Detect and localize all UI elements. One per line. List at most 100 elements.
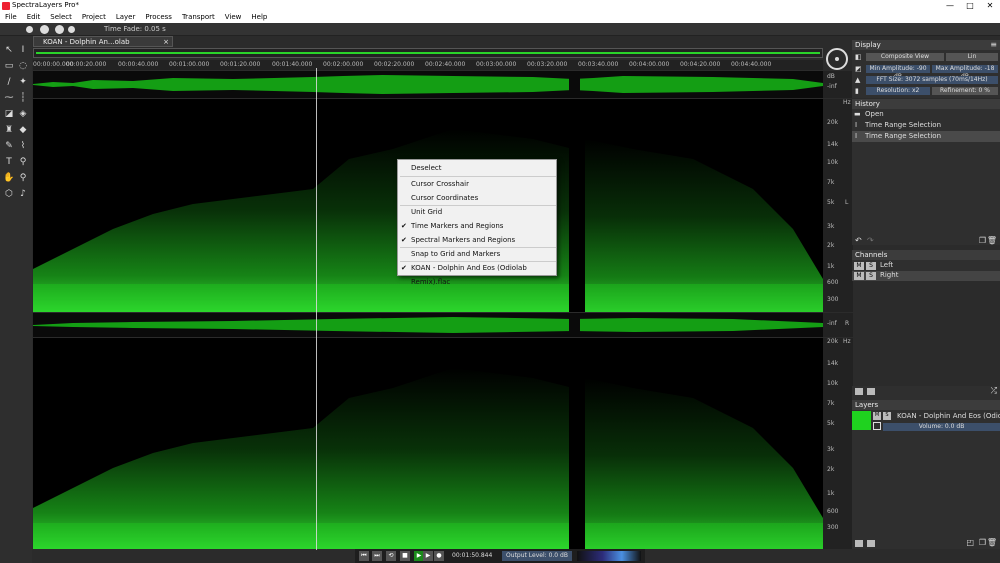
menu-item-unit-grid[interactable]: Unit Grid bbox=[398, 205, 558, 219]
close-button[interactable]: ✕ bbox=[980, 0, 1000, 12]
solo-button[interactable]: S bbox=[866, 262, 876, 270]
spectrogram-right[interactable] bbox=[33, 338, 823, 549]
min-amplitude-slider[interactable]: Min Amplitude: -90 dB bbox=[866, 65, 930, 80]
menu-item-time-markers[interactable]: ✔ Time Markers and Regions bbox=[398, 219, 558, 233]
time-selection-tool-icon[interactable]: I bbox=[17, 44, 29, 56]
fft-size-slider[interactable]: FFT Size: 3072 samples (70ms/14Hz) bbox=[866, 76, 998, 84]
layer-volume-slider[interactable]: Volume: 0.0 dB bbox=[883, 423, 1000, 431]
layer-link-icon[interactable] bbox=[873, 422, 881, 430]
undo-icon[interactable]: ↶ bbox=[855, 236, 862, 245]
loop-button[interactable]: ⟲ bbox=[386, 551, 396, 561]
layer-solo-all-icon[interactable] bbox=[867, 388, 875, 395]
fft-icon: ▲ bbox=[855, 76, 861, 84]
fill-icon[interactable]: ◆ bbox=[17, 124, 29, 136]
waveform-right-graphic bbox=[33, 313, 823, 337]
hand-tool-icon[interactable]: ✋ bbox=[3, 172, 15, 184]
text-tool-icon[interactable]: T bbox=[3, 156, 15, 168]
zoom-tool-icon[interactable]: ⚲ bbox=[17, 172, 29, 184]
panel-menu-icon[interactable]: ≡ bbox=[990, 40, 997, 49]
pencil-icon[interactable]: ✎ bbox=[3, 140, 15, 152]
range-tool-icon[interactable]: ┆ bbox=[17, 92, 29, 104]
brush-size-medium-button[interactable] bbox=[40, 25, 49, 34]
delete-layer-icon[interactable]: 🗑 bbox=[987, 538, 997, 547]
freq-label: 600 bbox=[827, 508, 839, 515]
dropper-icon[interactable]: ⌇ bbox=[17, 140, 29, 152]
layer-solo-button[interactable]: S bbox=[883, 412, 891, 420]
minimize-button[interactable]: — bbox=[940, 0, 960, 12]
time-ruler[interactable]: 00:00:00.000 00:00:20.000 00:00:40.000 0… bbox=[33, 60, 823, 70]
3d-view-icon[interactable]: ⬡ bbox=[3, 188, 15, 200]
time-fade-field[interactable]: Time Fade: 0.05 s bbox=[104, 25, 166, 33]
rectangle-select-icon[interactable]: ▭ bbox=[3, 60, 15, 72]
shuffle-icon[interactable]: ⤮ bbox=[991, 386, 997, 396]
menu-item-snap[interactable]: Snap to Grid and Markers bbox=[398, 247, 558, 261]
close-tab-icon[interactable]: × bbox=[163, 37, 169, 47]
menu-transport[interactable]: Transport bbox=[177, 12, 220, 23]
menu-layer[interactable]: Layer bbox=[111, 12, 141, 23]
brush-size-small-button[interactable] bbox=[26, 26, 33, 33]
layer-thumbnail[interactable] bbox=[852, 411, 871, 430]
forward-button[interactable]: ⏭ bbox=[372, 551, 382, 561]
menu-project[interactable]: Project bbox=[77, 12, 111, 23]
menu-process[interactable]: Process bbox=[140, 12, 177, 23]
eyedropper-icon[interactable]: ⚲ bbox=[17, 156, 29, 168]
menu-item-deselect[interactable]: Deselect bbox=[398, 161, 558, 175]
menu-item-spectral-markers[interactable]: ✔ Spectral Markers and Regions bbox=[398, 233, 558, 247]
solo-button[interactable]: S bbox=[866, 272, 876, 280]
brush-shape-button[interactable] bbox=[68, 26, 75, 33]
history-item-selected[interactable]: I Time Range Selection bbox=[852, 131, 1000, 142]
waveform-left[interactable] bbox=[33, 71, 823, 98]
output-level-slider[interactable]: Output Level: 0.0 dB bbox=[502, 551, 572, 561]
record-button[interactable]: ● bbox=[434, 551, 444, 561]
menu-help[interactable]: Help bbox=[246, 12, 272, 23]
overview-scrollbar[interactable] bbox=[33, 48, 823, 58]
history-item[interactable]: I Time Range Selection bbox=[852, 120, 1000, 131]
menu-edit[interactable]: Edit bbox=[22, 12, 46, 23]
mute-button[interactable]: M bbox=[854, 272, 864, 280]
snapshot-icon[interactable]: ❐ bbox=[979, 236, 986, 245]
eraser-icon[interactable]: ◪ bbox=[3, 108, 15, 120]
navigator-icon[interactable] bbox=[826, 48, 848, 70]
menu-item-cursor-coordinates[interactable]: Cursor Coordinates bbox=[398, 191, 558, 205]
mute-button[interactable]: M bbox=[854, 262, 864, 270]
clone-stamp-icon[interactable]: ♜ bbox=[3, 124, 15, 136]
brush-size-large-button[interactable] bbox=[55, 25, 64, 34]
speaker-icon[interactable]: ♪ bbox=[17, 188, 29, 200]
waveform-right[interactable] bbox=[33, 313, 823, 337]
rewind-button[interactable]: ⏮ bbox=[359, 551, 369, 561]
stop-button[interactable]: ■ bbox=[400, 551, 410, 561]
resolution-icon: ▮ bbox=[855, 87, 859, 95]
history-item[interactable]: ▬ Open bbox=[852, 109, 1000, 120]
move-tool-icon[interactable]: ↖ bbox=[3, 44, 15, 56]
lasso-select-icon[interactable]: ◌ bbox=[17, 60, 29, 72]
new-layer-icon[interactable]: ◰ bbox=[966, 538, 974, 547]
menu-view[interactable]: View bbox=[220, 12, 247, 23]
composite-view-select[interactable]: Composite View bbox=[866, 53, 944, 61]
magic-wand-icon[interactable]: ✦ bbox=[17, 76, 29, 88]
brush-select-icon[interactable]: ∕ bbox=[3, 76, 15, 88]
scale-select[interactable]: Lin bbox=[946, 53, 998, 61]
channel-row-right[interactable]: M S Right bbox=[852, 271, 1000, 281]
heal-icon[interactable]: ◈ bbox=[17, 108, 29, 120]
overview-range[interactable] bbox=[36, 52, 820, 54]
max-amplitude-slider[interactable]: Max Amplitude: -18 dB bbox=[932, 65, 998, 80]
duplicate-layer-icon[interactable]: ❐ bbox=[979, 538, 986, 547]
delete-history-icon[interactable]: 🗑 bbox=[987, 236, 997, 245]
layer-mute-icon[interactable] bbox=[855, 540, 863, 547]
play-selection-button[interactable]: ▶ bbox=[423, 551, 433, 561]
layer-solo-icon[interactable] bbox=[867, 540, 875, 547]
menu-file[interactable]: File bbox=[0, 12, 22, 23]
menu-item-layer[interactable]: ✔ KOAN - Dolphin And Eos (Odiolab Remix).… bbox=[398, 261, 558, 286]
resolution-slider[interactable]: Resolution: x2 bbox=[866, 87, 930, 95]
layer-mute-all-icon[interactable] bbox=[855, 388, 863, 395]
menu-item-cursor-crosshair[interactable]: Cursor Crosshair bbox=[398, 177, 558, 191]
smart-tool-icon[interactable]: ⁓ bbox=[3, 92, 15, 104]
channel-row-left[interactable]: M S Left bbox=[852, 261, 1000, 271]
menu-select[interactable]: Select bbox=[45, 12, 77, 23]
playhead-cursor[interactable] bbox=[316, 68, 317, 550]
layer-mute-button[interactable]: M bbox=[873, 412, 881, 420]
redo-icon[interactable]: ↷ bbox=[867, 236, 874, 245]
document-tab[interactable]: KOAN - Dolphin An...olab Remix).flac* × bbox=[33, 36, 173, 56]
refinement-slider[interactable]: Refinement: 0 % bbox=[932, 87, 998, 95]
maximize-button[interactable]: □ bbox=[960, 0, 980, 12]
